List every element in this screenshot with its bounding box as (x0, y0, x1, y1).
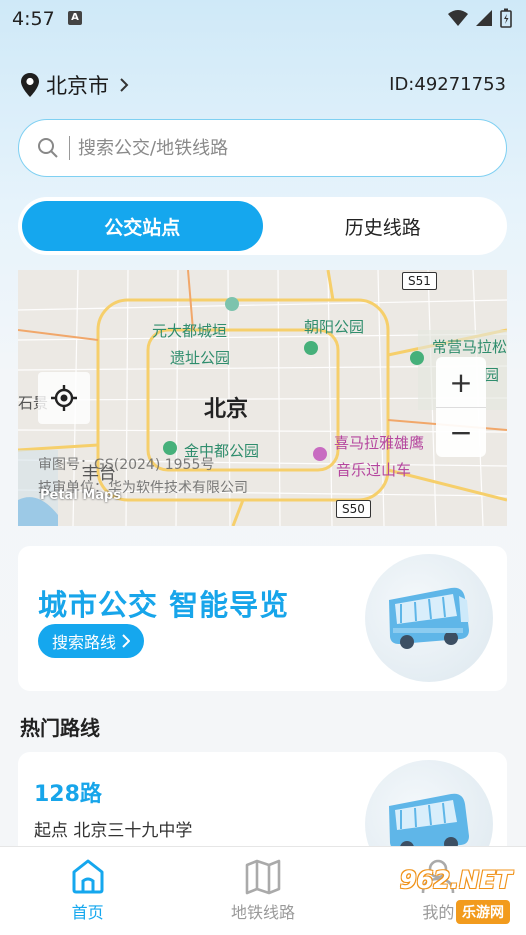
signal-icon (476, 10, 492, 26)
map-city-label: 北京 (204, 397, 249, 422)
tab-bus-stops[interactable]: 公交站点 (22, 201, 263, 251)
map-view[interactable]: S51 S50 元大都城垣 遗址公园 朝阳公园 常营马拉松 园 金中都公园 喜马… (18, 270, 507, 526)
user-id: ID:49271753 (389, 74, 506, 95)
chevron-right-icon (122, 634, 131, 648)
brand-subtitle: 乐游网 (456, 900, 510, 924)
map-place-label: 朝阳公园 (304, 318, 365, 336)
map-provider-logo: Petal Maps (40, 488, 122, 503)
location-pin-icon (21, 73, 39, 97)
road-badge: S50 (336, 500, 371, 518)
bus-icon (389, 587, 469, 649)
nav-subway-label: 地铁线路 (230, 903, 295, 922)
home-icon (72, 859, 104, 894)
chevron-right-icon (120, 78, 129, 92)
map-place-label: 喜马拉雅雄鹰 (334, 434, 425, 452)
map-place-label: 音乐过山车 (336, 461, 412, 479)
status-bar: 4:57 A (0, 0, 526, 40)
city-name: 北京市 (46, 74, 109, 98)
site-watermark: 962.NET 乐游网 (392, 866, 520, 928)
route-name: 128路 (34, 782, 102, 807)
search-box[interactable] (18, 119, 507, 177)
battery-icon (500, 8, 512, 28)
notification-icon: A (68, 11, 82, 25)
status-icons (448, 8, 512, 28)
status-time: 4:57 (12, 8, 55, 30)
map-place-label: 常营马拉松 (432, 338, 507, 356)
map-place-label: 遗址公园 (170, 349, 231, 367)
brand-logo-text: 962.NET (399, 866, 512, 894)
promo-title: 城市公交 智能导览 (38, 588, 290, 622)
tab-bar: 公交站点 历史线路 (18, 197, 507, 255)
zoom-in-button[interactable]: + (436, 357, 486, 407)
nav-subway-lines[interactable]: 地铁线路 (175, 847, 350, 935)
tab-history-routes[interactable]: 历史线路 (263, 201, 504, 251)
zoom-out-button[interactable]: − (436, 407, 486, 457)
search-icon (38, 138, 58, 158)
map-place-label: 元大都城垣 (152, 322, 228, 340)
hot-routes-title: 热门路线 (20, 716, 100, 740)
city-selector[interactable]: 北京市 (20, 70, 129, 100)
search-divider (69, 136, 70, 160)
map-icon (245, 859, 281, 895)
route-start: 起点 北京三十九中学 (34, 821, 193, 841)
promo-card: 城市公交 智能导览 搜索路线 (18, 546, 507, 691)
nav-home[interactable]: 首页 (0, 847, 175, 935)
crosshair-icon (51, 385, 77, 411)
bus-illustration (365, 554, 493, 682)
locate-button[interactable] (38, 372, 90, 424)
search-route-button[interactable]: 搜索路线 (38, 624, 145, 658)
map-watermark: 审图号：GS(2024) 1955号 (38, 457, 215, 473)
map-place-label: 园 (484, 366, 500, 384)
road-badge: S51 (402, 272, 437, 290)
wifi-icon (448, 10, 468, 26)
search-input[interactable] (78, 137, 458, 159)
search-route-label: 搜索路线 (52, 633, 117, 652)
nav-home-label: 首页 (71, 903, 104, 922)
